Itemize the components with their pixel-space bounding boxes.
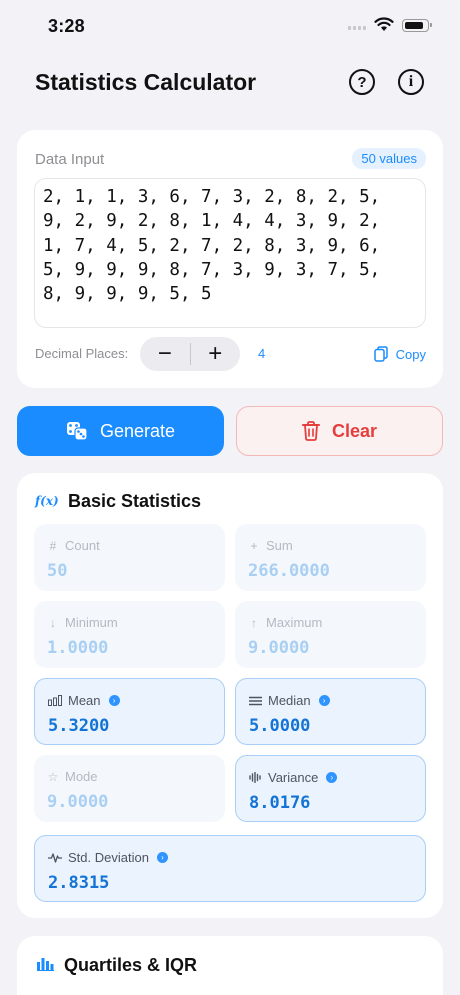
plus-icon: + [250, 538, 258, 553]
info-dot-icon[interactable]: › [156, 852, 168, 863]
arrow-up-icon: ↑ [251, 615, 257, 630]
bar-chart-icon [48, 695, 62, 706]
info-dot-icon[interactable]: › [108, 695, 120, 706]
stat-mean-tile[interactable]: Mean › 5.3200 [34, 678, 225, 745]
stat-minimum-tile: ↓ Minimum 1.0000 [34, 601, 225, 668]
stat-std-deviation-tile[interactable]: Std. Deviation › 2.8315 [34, 835, 426, 902]
waveform-icon [249, 772, 261, 783]
stat-median-tile[interactable]: Median › 5.0000 [235, 678, 426, 745]
stat-variance-tile[interactable]: Variance › 8.0176 [235, 755, 426, 822]
stat-value: 9.0000 [47, 792, 109, 812]
arrow-down-icon: ↓ [50, 615, 56, 630]
stat-label: Variance [268, 770, 319, 785]
clear-label: Clear [331, 420, 378, 441]
increment-button[interactable]: + [191, 337, 241, 371]
generate-button[interactable]: Generate [17, 406, 224, 456]
stat-value: 50 [47, 561, 68, 581]
stat-label: Count [65, 538, 100, 553]
copy-button[interactable]: Copy [373, 346, 426, 362]
quartiles-title: Quartiles & IQR [64, 955, 198, 975]
function-icon: f(x) [35, 494, 59, 508]
chart-bar-icon [37, 958, 54, 971]
info-circle-icon[interactable]: i [398, 69, 424, 95]
pulse-icon [48, 853, 62, 863]
clear-button[interactable]: Clear [236, 406, 443, 456]
stat-label: Median [268, 693, 311, 708]
data-input-field[interactable]: 2, 1, 1, 3, 6, 7, 3, 2, 8, 2, 5, 9, 2, 9… [34, 178, 426, 328]
decimal-places-label: Decimal Places: [35, 346, 129, 361]
wifi-icon [374, 17, 394, 31]
battery-icon [402, 19, 432, 32]
decrement-button[interactable]: − [140, 337, 190, 371]
stat-label: Mode [65, 769, 98, 784]
decimal-places-stepper: − + [140, 337, 240, 371]
quartiles-card: Quartiles & IQR [17, 936, 443, 995]
stat-label: Sum [266, 538, 293, 553]
info-dot-icon[interactable]: › [318, 695, 330, 706]
stat-count-tile: # Count 50 [34, 524, 225, 591]
data-input-card: Data Input 50 values 2, 1, 1, 3, 6, 7, 3… [17, 130, 443, 388]
stat-value: 9.0000 [248, 638, 310, 658]
data-input-label: Data Input [35, 151, 105, 168]
status-time: 3:28 [48, 16, 85, 36]
stat-label: Maximum [266, 615, 323, 630]
stat-value: 2.8315 [48, 873, 110, 893]
dice-icon [66, 422, 88, 441]
copy-icon [373, 346, 388, 362]
trash-icon [301, 421, 320, 441]
decimal-places-value: 4 [258, 346, 266, 361]
stat-value: 8.0176 [249, 793, 311, 813]
generate-label: Generate [99, 420, 176, 441]
stat-label: Mean [68, 693, 101, 708]
stat-sum-tile: + Sum 266.0000 [235, 524, 426, 591]
stat-value: 1.0000 [47, 638, 109, 658]
star-icon: ☆ [47, 769, 59, 784]
basic-statistics-title: Basic Statistics [68, 491, 202, 511]
stat-value: 5.3200 [48, 716, 110, 736]
copy-label: Copy [395, 346, 426, 362]
hash-icon: # [49, 538, 57, 553]
info-dot-icon[interactable]: › [326, 772, 338, 783]
question-circle-icon[interactable]: ? [349, 69, 375, 95]
basic-statistics-card: f(x) Basic Statistics # Count 50 + Sum 266… [17, 473, 443, 918]
stat-value: 5.0000 [249, 716, 311, 736]
page-title: Statistics Calculator [35, 69, 257, 95]
status-bar: 3:28 [0, 0, 460, 54]
lines-icon [249, 696, 262, 705]
stat-maximum-tile: ↑ Maximum 9.0000 [235, 601, 426, 668]
stat-label: Std. Deviation [68, 850, 149, 865]
stat-mode-tile: ☆ Mode 9.0000 [34, 755, 225, 822]
value-count-badge: 50 values [352, 148, 426, 169]
stat-label: Minimum [65, 615, 118, 630]
stat-value: 266.0000 [248, 561, 330, 581]
cellular-signal-icon [348, 26, 366, 30]
